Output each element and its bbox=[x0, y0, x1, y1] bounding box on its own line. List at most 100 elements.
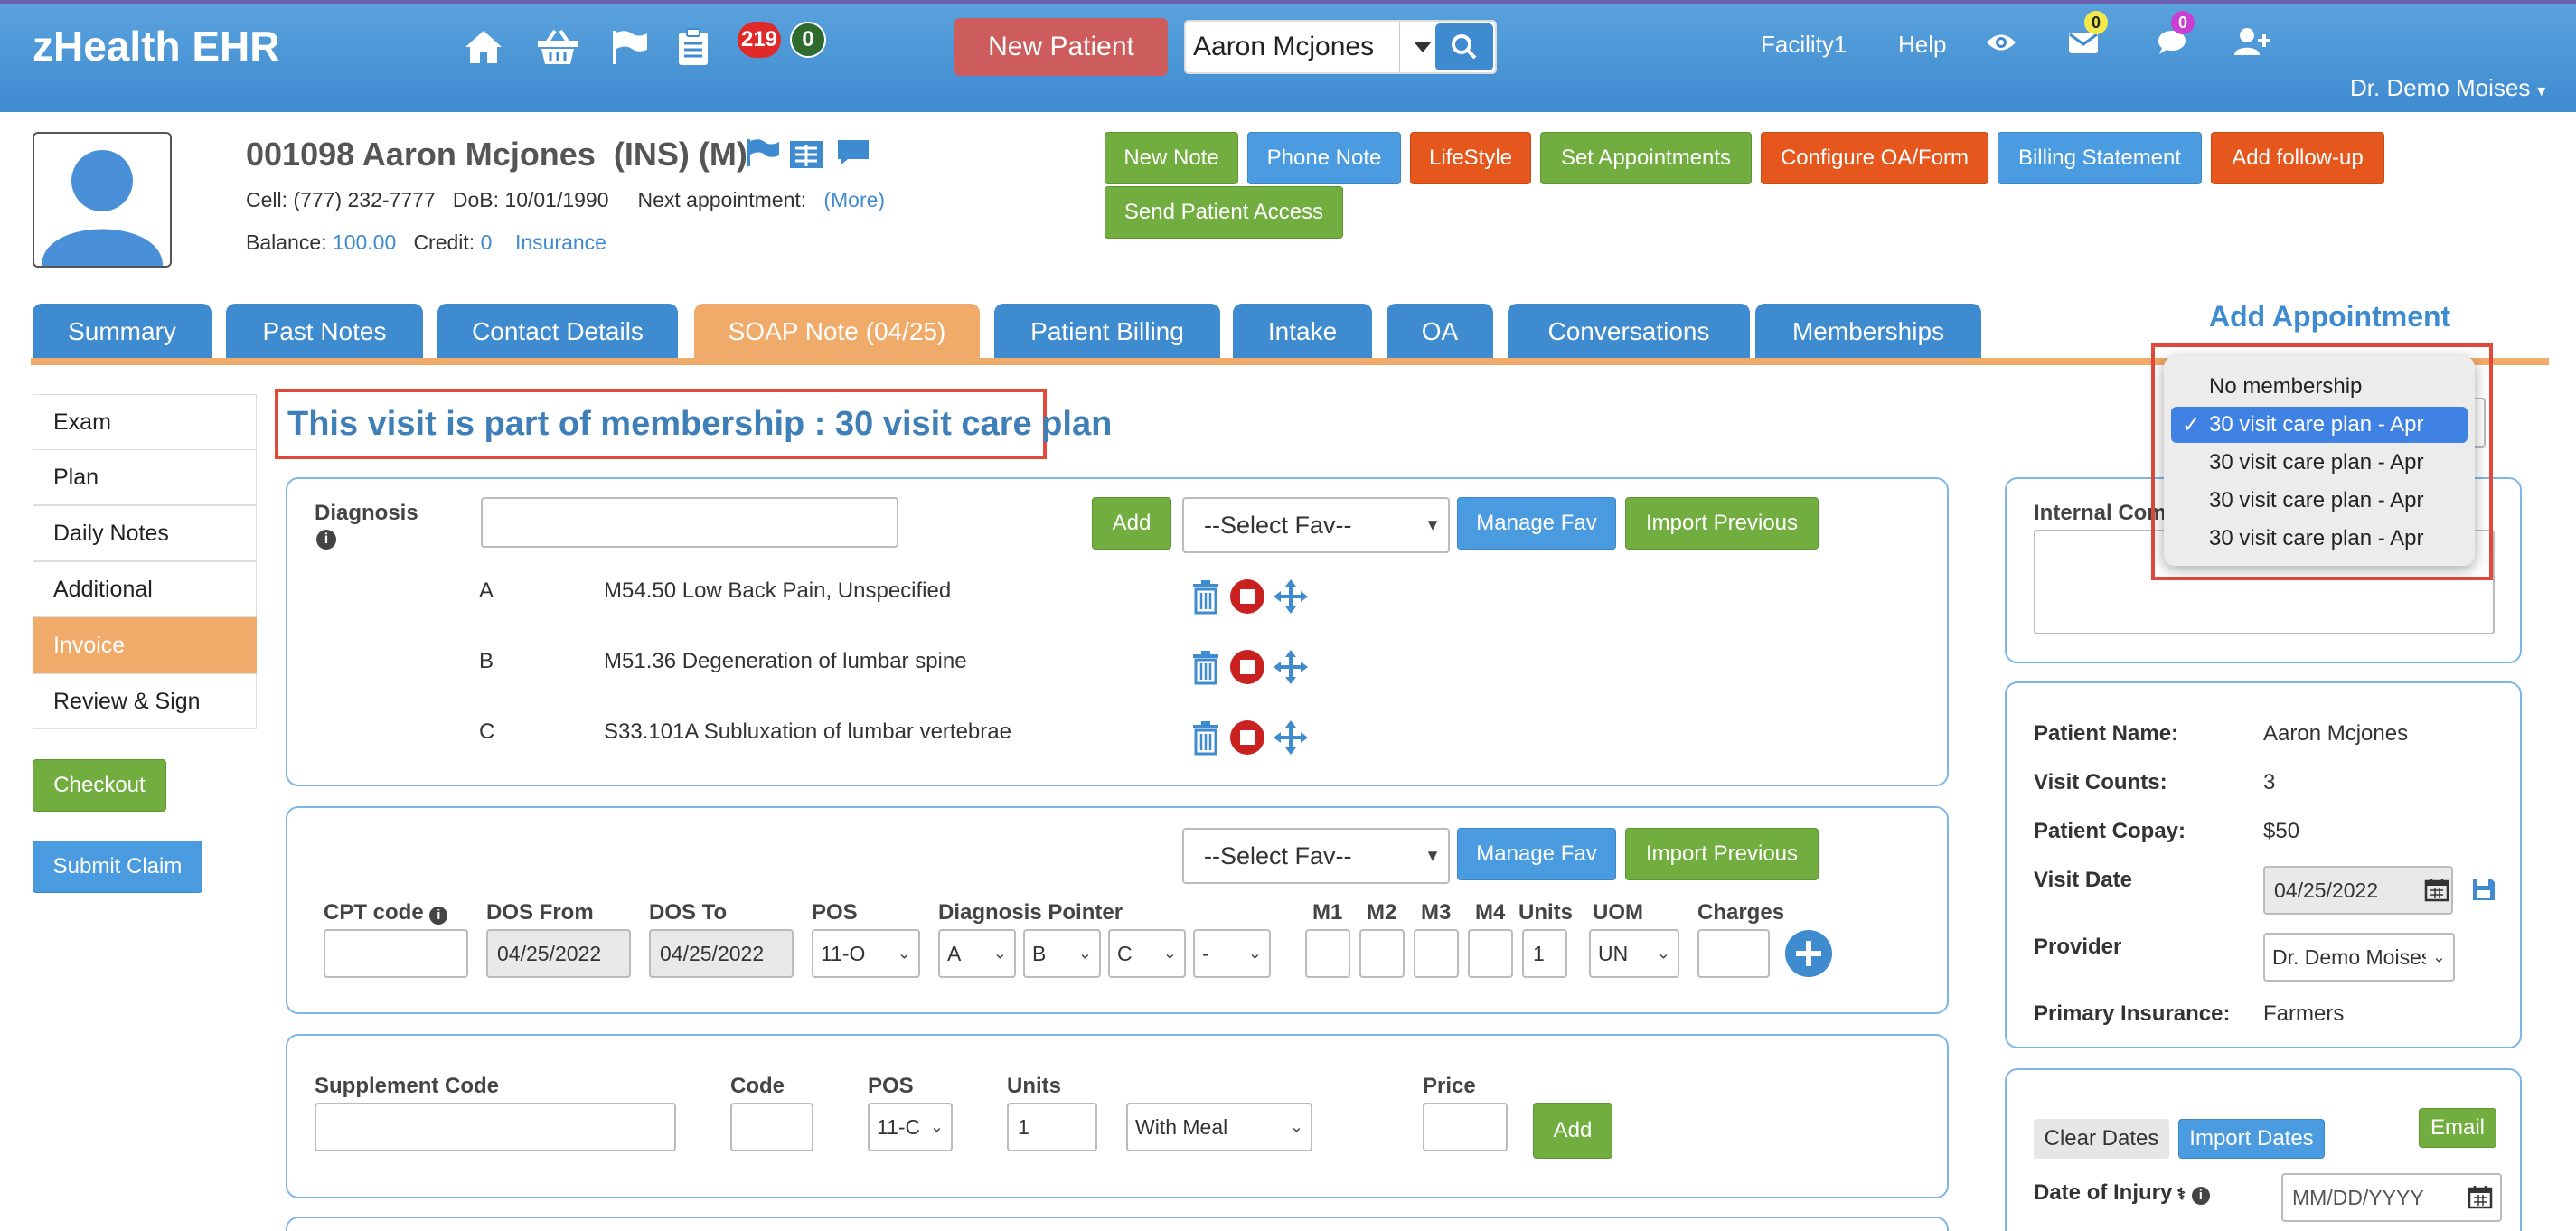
tab-patient-billing[interactable]: Patient Billing bbox=[994, 304, 1220, 360]
dos-to-input[interactable]: 04/25/2022 bbox=[649, 929, 794, 978]
info-icon[interactable]: i bbox=[2191, 1187, 2210, 1205]
add-follow-up-button[interactable]: Add follow-up bbox=[2211, 132, 2384, 184]
send-patient-access-button[interactable]: Send Patient Access bbox=[1105, 186, 1343, 239]
message-icon[interactable] bbox=[835, 137, 871, 173]
cpt-code-input[interactable] bbox=[324, 929, 468, 978]
facility-link[interactable]: Facility1 bbox=[1761, 31, 1847, 59]
submit-claim-button[interactable]: Submit Claim bbox=[33, 841, 202, 893]
clear-dates-button[interactable]: Clear Dates bbox=[2034, 1119, 2169, 1159]
flag-icon[interactable] bbox=[745, 137, 781, 173]
checkout-button[interactable]: Checkout bbox=[33, 759, 166, 812]
import-dates-button[interactable]: Import Dates bbox=[2178, 1119, 2325, 1159]
meal-select[interactable]: With Meal ⌄ bbox=[1126, 1103, 1312, 1151]
dx-pointer-1-select[interactable]: A ⌄ bbox=[938, 929, 1016, 978]
move-icon[interactable] bbox=[1273, 649, 1309, 685]
insurance-link[interactable]: Insurance bbox=[515, 230, 606, 254]
home-icon[interactable] bbox=[461, 25, 506, 69]
add-user-icon[interactable] bbox=[2234, 27, 2270, 61]
diagnosis-input[interactable] bbox=[481, 497, 898, 548]
tab-memberships[interactable]: Memberships bbox=[1755, 304, 1981, 360]
leftnav-plan[interactable]: Plan bbox=[33, 449, 257, 505]
import-previous-button[interactable]: Import Previous bbox=[1625, 497, 1819, 550]
stop-icon[interactable] bbox=[1229, 578, 1265, 615]
tab-past-notes[interactable]: Past Notes bbox=[226, 304, 423, 360]
patient-avatar[interactable] bbox=[33, 132, 172, 268]
membership-option-selected[interactable]: ✓ 30 visit care plan - Apr bbox=[2171, 407, 2468, 443]
dos-from-input[interactable]: 04/25/2022 bbox=[486, 929, 631, 978]
leftnav-daily-notes[interactable]: Daily Notes bbox=[33, 505, 257, 561]
calendar-icon[interactable] bbox=[2468, 1184, 2493, 1209]
new-note-button[interactable]: New Note bbox=[1105, 132, 1238, 184]
supplement-add-button[interactable]: Add bbox=[1533, 1103, 1612, 1159]
alerts-badge[interactable]: 219 bbox=[738, 22, 781, 58]
flag-icon[interactable] bbox=[607, 25, 653, 69]
info-icon[interactable]: i bbox=[429, 907, 448, 925]
leftnav-additional[interactable]: Additional bbox=[33, 561, 257, 617]
search-button[interactable] bbox=[1435, 23, 1493, 70]
membership-option[interactable]: 30 visit care plan - Apr bbox=[2171, 445, 2468, 481]
supplement-units-input[interactable]: 1 bbox=[1007, 1103, 1097, 1151]
dx-pointer-4-select[interactable]: - ⌄ bbox=[1193, 929, 1271, 978]
tab-oa[interactable]: OA bbox=[1387, 304, 1493, 360]
add-line-plus-icon[interactable] bbox=[1784, 929, 1833, 978]
diagnosis-add-button[interactable]: Add bbox=[1092, 497, 1171, 550]
move-icon[interactable] bbox=[1273, 578, 1309, 615]
more-appointments-link[interactable]: (More) bbox=[823, 188, 885, 211]
m3-input[interactable] bbox=[1414, 929, 1459, 978]
m1-input[interactable] bbox=[1305, 929, 1350, 978]
cpt-select-fav[interactable]: --Select Fav-- ▼ bbox=[1182, 828, 1450, 884]
tab-soap-note[interactable]: SOAP Note (04/25) bbox=[694, 304, 980, 360]
uom-select[interactable]: UN ⌄ bbox=[1589, 929, 1679, 978]
units-input[interactable]: 1 bbox=[1522, 929, 1567, 978]
tab-intake[interactable]: Intake bbox=[1233, 304, 1372, 360]
membership-option[interactable]: 30 visit care plan - Apr bbox=[2171, 483, 2468, 519]
membership-option[interactable]: No membership bbox=[2171, 369, 2468, 405]
tasks-badge[interactable]: 0 bbox=[790, 22, 826, 58]
lifestyle-button[interactable]: LifeStyle bbox=[1410, 132, 1531, 184]
stop-icon[interactable] bbox=[1229, 719, 1265, 756]
code-input[interactable] bbox=[730, 1103, 813, 1151]
email-button[interactable]: Email bbox=[2419, 1108, 2496, 1148]
set-appointments-button[interactable]: Set Appointments bbox=[1540, 132, 1752, 184]
leftnav-invoice[interactable]: Invoice bbox=[33, 617, 257, 673]
phone-note-button[interactable]: Phone Note bbox=[1247, 132, 1401, 184]
trash-icon[interactable] bbox=[1188, 578, 1224, 615]
m4-input[interactable] bbox=[1468, 929, 1513, 978]
trash-icon[interactable] bbox=[1188, 649, 1224, 685]
tab-summary[interactable]: Summary bbox=[33, 304, 212, 360]
leftnav-exam[interactable]: Exam bbox=[33, 394, 257, 450]
manage-fav-button[interactable]: Manage Fav bbox=[1457, 497, 1616, 550]
move-icon[interactable] bbox=[1273, 719, 1309, 756]
dx-pointer-2-select[interactable]: B ⌄ bbox=[1023, 929, 1101, 978]
leftnav-review-sign[interactable]: Review & Sign bbox=[33, 673, 257, 729]
supplement-pos-select[interactable]: 11-C ⌄ bbox=[868, 1103, 953, 1151]
provider-select[interactable]: Dr. Demo Moises ⌄ bbox=[2263, 933, 2455, 982]
credit-value[interactable]: 0 bbox=[481, 230, 493, 254]
save-icon[interactable] bbox=[2471, 877, 2496, 902]
stop-icon[interactable] bbox=[1229, 649, 1265, 685]
balance-value[interactable]: 100.00 bbox=[333, 230, 396, 254]
import-previous-button[interactable]: Import Previous bbox=[1625, 828, 1819, 880]
price-input[interactable] bbox=[1423, 1103, 1508, 1151]
basket-icon[interactable] bbox=[535, 25, 580, 69]
supplement-code-input[interactable] bbox=[315, 1103, 676, 1151]
configure-oa-form-button[interactable]: Configure OA/Form bbox=[1761, 132, 1988, 184]
tab-contact-details[interactable]: Contact Details bbox=[437, 304, 678, 360]
eye-icon[interactable] bbox=[1985, 31, 2017, 59]
calendar-icon[interactable] bbox=[2424, 877, 2449, 902]
help-link[interactable]: Help bbox=[1898, 31, 1946, 59]
trash-icon[interactable] bbox=[1188, 719, 1224, 756]
billing-icon[interactable] bbox=[788, 137, 824, 174]
info-icon[interactable]: i bbox=[316, 530, 336, 550]
dx-pointer-3-select[interactable]: C ⌄ bbox=[1108, 929, 1186, 978]
tab-conversations[interactable]: Conversations bbox=[1508, 304, 1750, 360]
patient-search-input[interactable] bbox=[1193, 27, 1396, 67]
charges-input[interactable] bbox=[1697, 929, 1770, 978]
billing-statement-button[interactable]: Billing Statement bbox=[1998, 132, 2202, 184]
pos-select[interactable]: 11-O ⌄ bbox=[812, 929, 920, 978]
m2-input[interactable] bbox=[1359, 929, 1405, 978]
doctor-menu[interactable]: Dr. Demo Moises ▼ bbox=[2350, 74, 2549, 102]
manage-fav-button[interactable]: Manage Fav bbox=[1457, 828, 1616, 880]
new-patient-button[interactable]: New Patient bbox=[954, 18, 1168, 76]
diagnosis-select-fav[interactable]: --Select Fav-- ▼ bbox=[1182, 497, 1450, 553]
